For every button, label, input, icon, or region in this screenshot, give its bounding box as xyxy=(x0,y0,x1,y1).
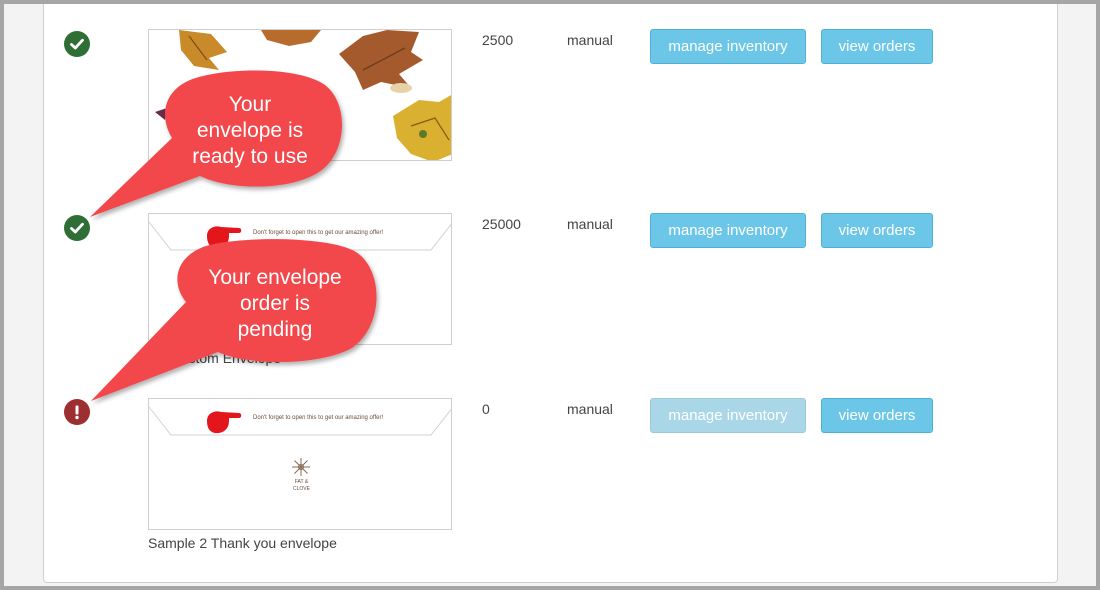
pointing-hand-icon xyxy=(207,226,242,249)
envelope-flap-text: Don't forget to open this to get our ama… xyxy=(253,415,384,421)
manage-inventory-button-disabled: manage inventory xyxy=(650,398,806,433)
callout-ready-text: Your envelope is ready to use xyxy=(192,93,308,168)
callout-pending-text: Your envelope order is pending xyxy=(208,266,342,341)
envelope-caption: Sample 2 Thank you envelope xyxy=(148,535,337,551)
status-ready-icon xyxy=(64,215,90,241)
logo-text: FAT & CLOVE xyxy=(293,479,310,492)
envelope-caption: ple Custom Envelope xyxy=(148,350,282,366)
manage-inventory-button[interactable]: manage inventory xyxy=(650,213,806,248)
inventory-method: manual xyxy=(567,32,613,48)
view-orders-button[interactable]: view orders xyxy=(821,213,933,248)
envelope-thumbnail-thank-you[interactable]: Don't forget to open this to get our ama… xyxy=(148,398,452,530)
view-orders-button[interactable]: view orders xyxy=(821,29,933,64)
view-orders-button[interactable]: view orders xyxy=(821,398,933,433)
inventory-method: manual xyxy=(567,216,613,232)
quantity-value: 25000 xyxy=(482,216,521,232)
logo-flower-icon xyxy=(292,458,310,476)
envelope-flap-text: Don't forget to open this to get our ama… xyxy=(253,230,384,236)
inventory-method: manual xyxy=(567,401,613,417)
quantity-value: 0 xyxy=(482,401,490,417)
check-icon xyxy=(70,222,84,234)
quantity-value: 2500 xyxy=(482,32,514,48)
pointing-hand-icon xyxy=(207,411,242,434)
manage-inventory-button[interactable]: manage inventory xyxy=(650,29,806,64)
status-ready-icon xyxy=(64,31,90,57)
check-icon xyxy=(70,38,84,50)
status-pending-icon xyxy=(64,399,90,425)
exclamation-icon xyxy=(75,405,79,420)
